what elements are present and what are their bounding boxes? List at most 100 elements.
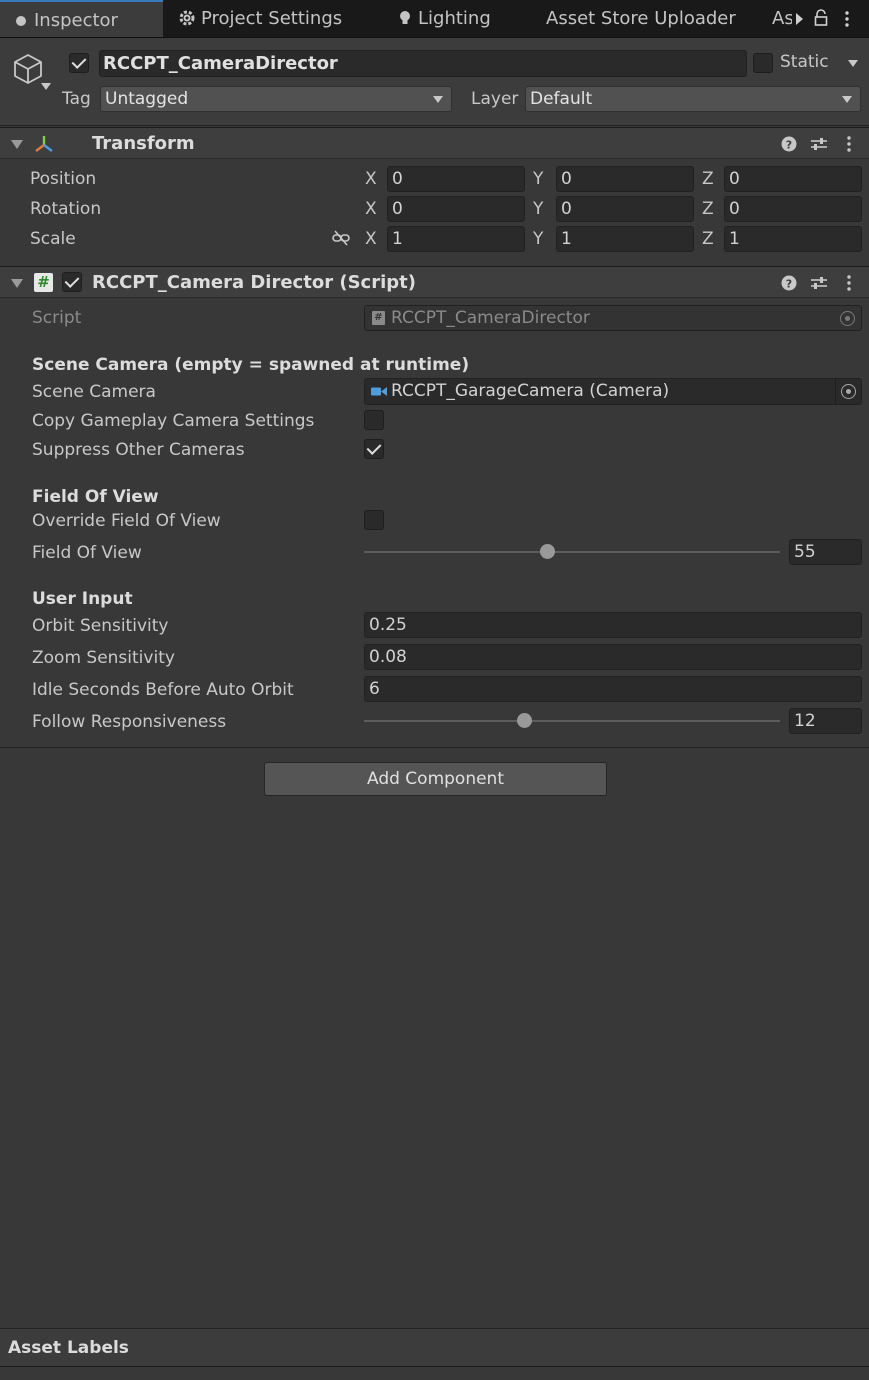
- tab-project-settings[interactable]: Project Settings: [178, 0, 342, 38]
- script-label: Script: [32, 308, 82, 328]
- follow-slider-thumb[interactable]: [516, 713, 532, 728]
- section-field-of-view: Field Of View: [32, 487, 159, 507]
- axis-z-label: Z: [702, 169, 714, 189]
- presets-icon[interactable]: [810, 136, 828, 152]
- camera-icon: [371, 387, 387, 396]
- rotation-z-field[interactable]: 0: [724, 196, 862, 222]
- fov-slider-track[interactable]: [364, 551, 780, 553]
- suppress-cameras-label: Suppress Other Cameras: [32, 440, 245, 460]
- asset-labels-title: Asset Labels: [8, 1338, 129, 1358]
- static-dropdown-icon[interactable]: [848, 60, 858, 67]
- gear-icon: [179, 10, 195, 26]
- position-x-field[interactable]: 0: [387, 166, 525, 192]
- camera-director-header[interactable]: # RCCPT_Camera Director (Script) ?: [0, 266, 869, 298]
- static-toggle[interactable]: [753, 53, 773, 73]
- asset-labels-bar[interactable]: Asset Labels: [0, 1328, 869, 1366]
- axis-z-label: Z: [702, 199, 714, 219]
- scene-camera-label: Scene Camera: [32, 382, 156, 402]
- tab-scroll-right-icon[interactable]: [796, 13, 803, 25]
- section-user-input: User Input: [32, 589, 133, 609]
- component-divider: [0, 747, 869, 748]
- foldout-arrow-icon[interactable]: [11, 279, 23, 288]
- object-name-field[interactable]: RCCPT_CameraDirector: [99, 50, 747, 77]
- scale-x-field[interactable]: 1: [387, 226, 525, 252]
- kebab-menu-icon[interactable]: [843, 10, 851, 28]
- transform-header[interactable]: Transform ?: [0, 127, 869, 159]
- transform-title: Transform: [92, 133, 195, 154]
- axis-z-label: Z: [702, 229, 714, 249]
- rotation-x-field[interactable]: 0: [387, 196, 525, 222]
- static-label: Static: [780, 52, 829, 72]
- chevron-down-icon: [842, 96, 852, 103]
- gameobject-cube-icon: [14, 54, 42, 84]
- scale-label: Scale: [30, 229, 76, 249]
- layer-label: Layer: [471, 89, 519, 109]
- script-file-icon: #: [372, 311, 385, 325]
- add-component-button[interactable]: Add Component: [264, 762, 607, 796]
- section-scene-camera: Scene Camera (empty = spawned at runtime…: [32, 355, 470, 375]
- axis-x-label: X: [365, 169, 377, 189]
- transform-axis-icon: [35, 136, 53, 152]
- fov-label: Field Of View: [32, 543, 142, 563]
- position-label: Position: [30, 169, 97, 189]
- svg-text:?: ?: [786, 278, 792, 291]
- rotation-label: Rotation: [30, 199, 102, 219]
- orbit-sensitivity-field[interactable]: 0.25: [364, 612, 862, 638]
- copy-gameplay-checkbox[interactable]: [364, 410, 384, 430]
- copy-gameplay-label: Copy Gameplay Camera Settings: [32, 411, 315, 431]
- rotation-y-field[interactable]: 0: [556, 196, 694, 222]
- presets-icon[interactable]: [810, 275, 828, 291]
- help-icon[interactable]: ?: [781, 136, 797, 152]
- scale-z-field[interactable]: 1: [724, 226, 862, 252]
- tab-inspector[interactable]: Inspector: [0, 0, 163, 38]
- axis-x-label: X: [365, 229, 377, 249]
- object-picker-icon[interactable]: [841, 384, 856, 399]
- position-z-field[interactable]: 0: [724, 166, 862, 192]
- camera-director-title: RCCPT_Camera Director (Script): [92, 272, 416, 293]
- follow-responsiveness-label: Follow Responsiveness: [32, 712, 227, 732]
- component-enabled-toggle[interactable]: [62, 272, 82, 292]
- follow-slider-track[interactable]: [364, 720, 780, 722]
- tab-lighting[interactable]: Lighting: [398, 0, 491, 38]
- layer-dropdown[interactable]: Default: [525, 86, 861, 112]
- suppress-cameras-checkbox[interactable]: [364, 439, 384, 459]
- axis-y-label: Y: [533, 169, 544, 189]
- icon-dropdown-icon[interactable]: [41, 83, 51, 90]
- foldout-arrow-icon[interactable]: [11, 140, 23, 149]
- script-field: RCCPT_CameraDirector #: [364, 305, 862, 331]
- bulb-icon: [400, 11, 410, 24]
- orbit-sensitivity-label: Orbit Sensitivity: [32, 616, 169, 636]
- scene-camera-field[interactable]: RCCPT_GarageCamera (Camera): [364, 378, 862, 405]
- script-icon: #: [34, 273, 53, 292]
- fov-slider-thumb[interactable]: [539, 544, 555, 559]
- tab-bar: Inspector Project Settings Lighting Asse…: [0, 0, 869, 38]
- component-menu-icon[interactable]: [845, 274, 853, 292]
- follow-value-field[interactable]: 12: [789, 708, 862, 734]
- object-picker-icon: [840, 311, 855, 326]
- info-icon: [16, 16, 26, 26]
- component-menu-icon[interactable]: [845, 135, 853, 153]
- svg-text:?: ?: [786, 139, 792, 152]
- idle-seconds-field[interactable]: 6: [364, 676, 862, 702]
- axis-y-label: Y: [533, 199, 544, 219]
- position-y-field[interactable]: 0: [556, 166, 694, 192]
- constrain-proportions-icon[interactable]: [331, 229, 351, 247]
- tab-asset-store-uploader[interactable]: Asset Store Uploader: [546, 0, 736, 38]
- axis-y-label: Y: [533, 229, 544, 249]
- help-icon[interactable]: ?: [781, 275, 797, 291]
- tab-overflow[interactable]: As: [772, 0, 792, 38]
- idle-seconds-label: Idle Seconds Before Auto Orbit: [32, 680, 294, 700]
- scale-y-field[interactable]: 1: [556, 226, 694, 252]
- axis-x-label: X: [365, 199, 377, 219]
- gameobject-header: RCCPT_CameraDirector Static Tag Untagged…: [0, 38, 869, 126]
- zoom-sensitivity-field[interactable]: 0.08: [364, 644, 862, 670]
- fov-value-field[interactable]: 55: [789, 539, 862, 565]
- override-fov-checkbox[interactable]: [364, 510, 384, 530]
- tag-dropdown[interactable]: Untagged: [100, 86, 452, 112]
- lock-icon[interactable]: [813, 9, 829, 27]
- active-toggle[interactable]: [69, 53, 89, 73]
- picker-divider: [835, 379, 836, 404]
- chevron-down-icon: [433, 96, 443, 103]
- override-fov-label: Override Field Of View: [32, 511, 221, 531]
- bottom-edge: [0, 1366, 869, 1380]
